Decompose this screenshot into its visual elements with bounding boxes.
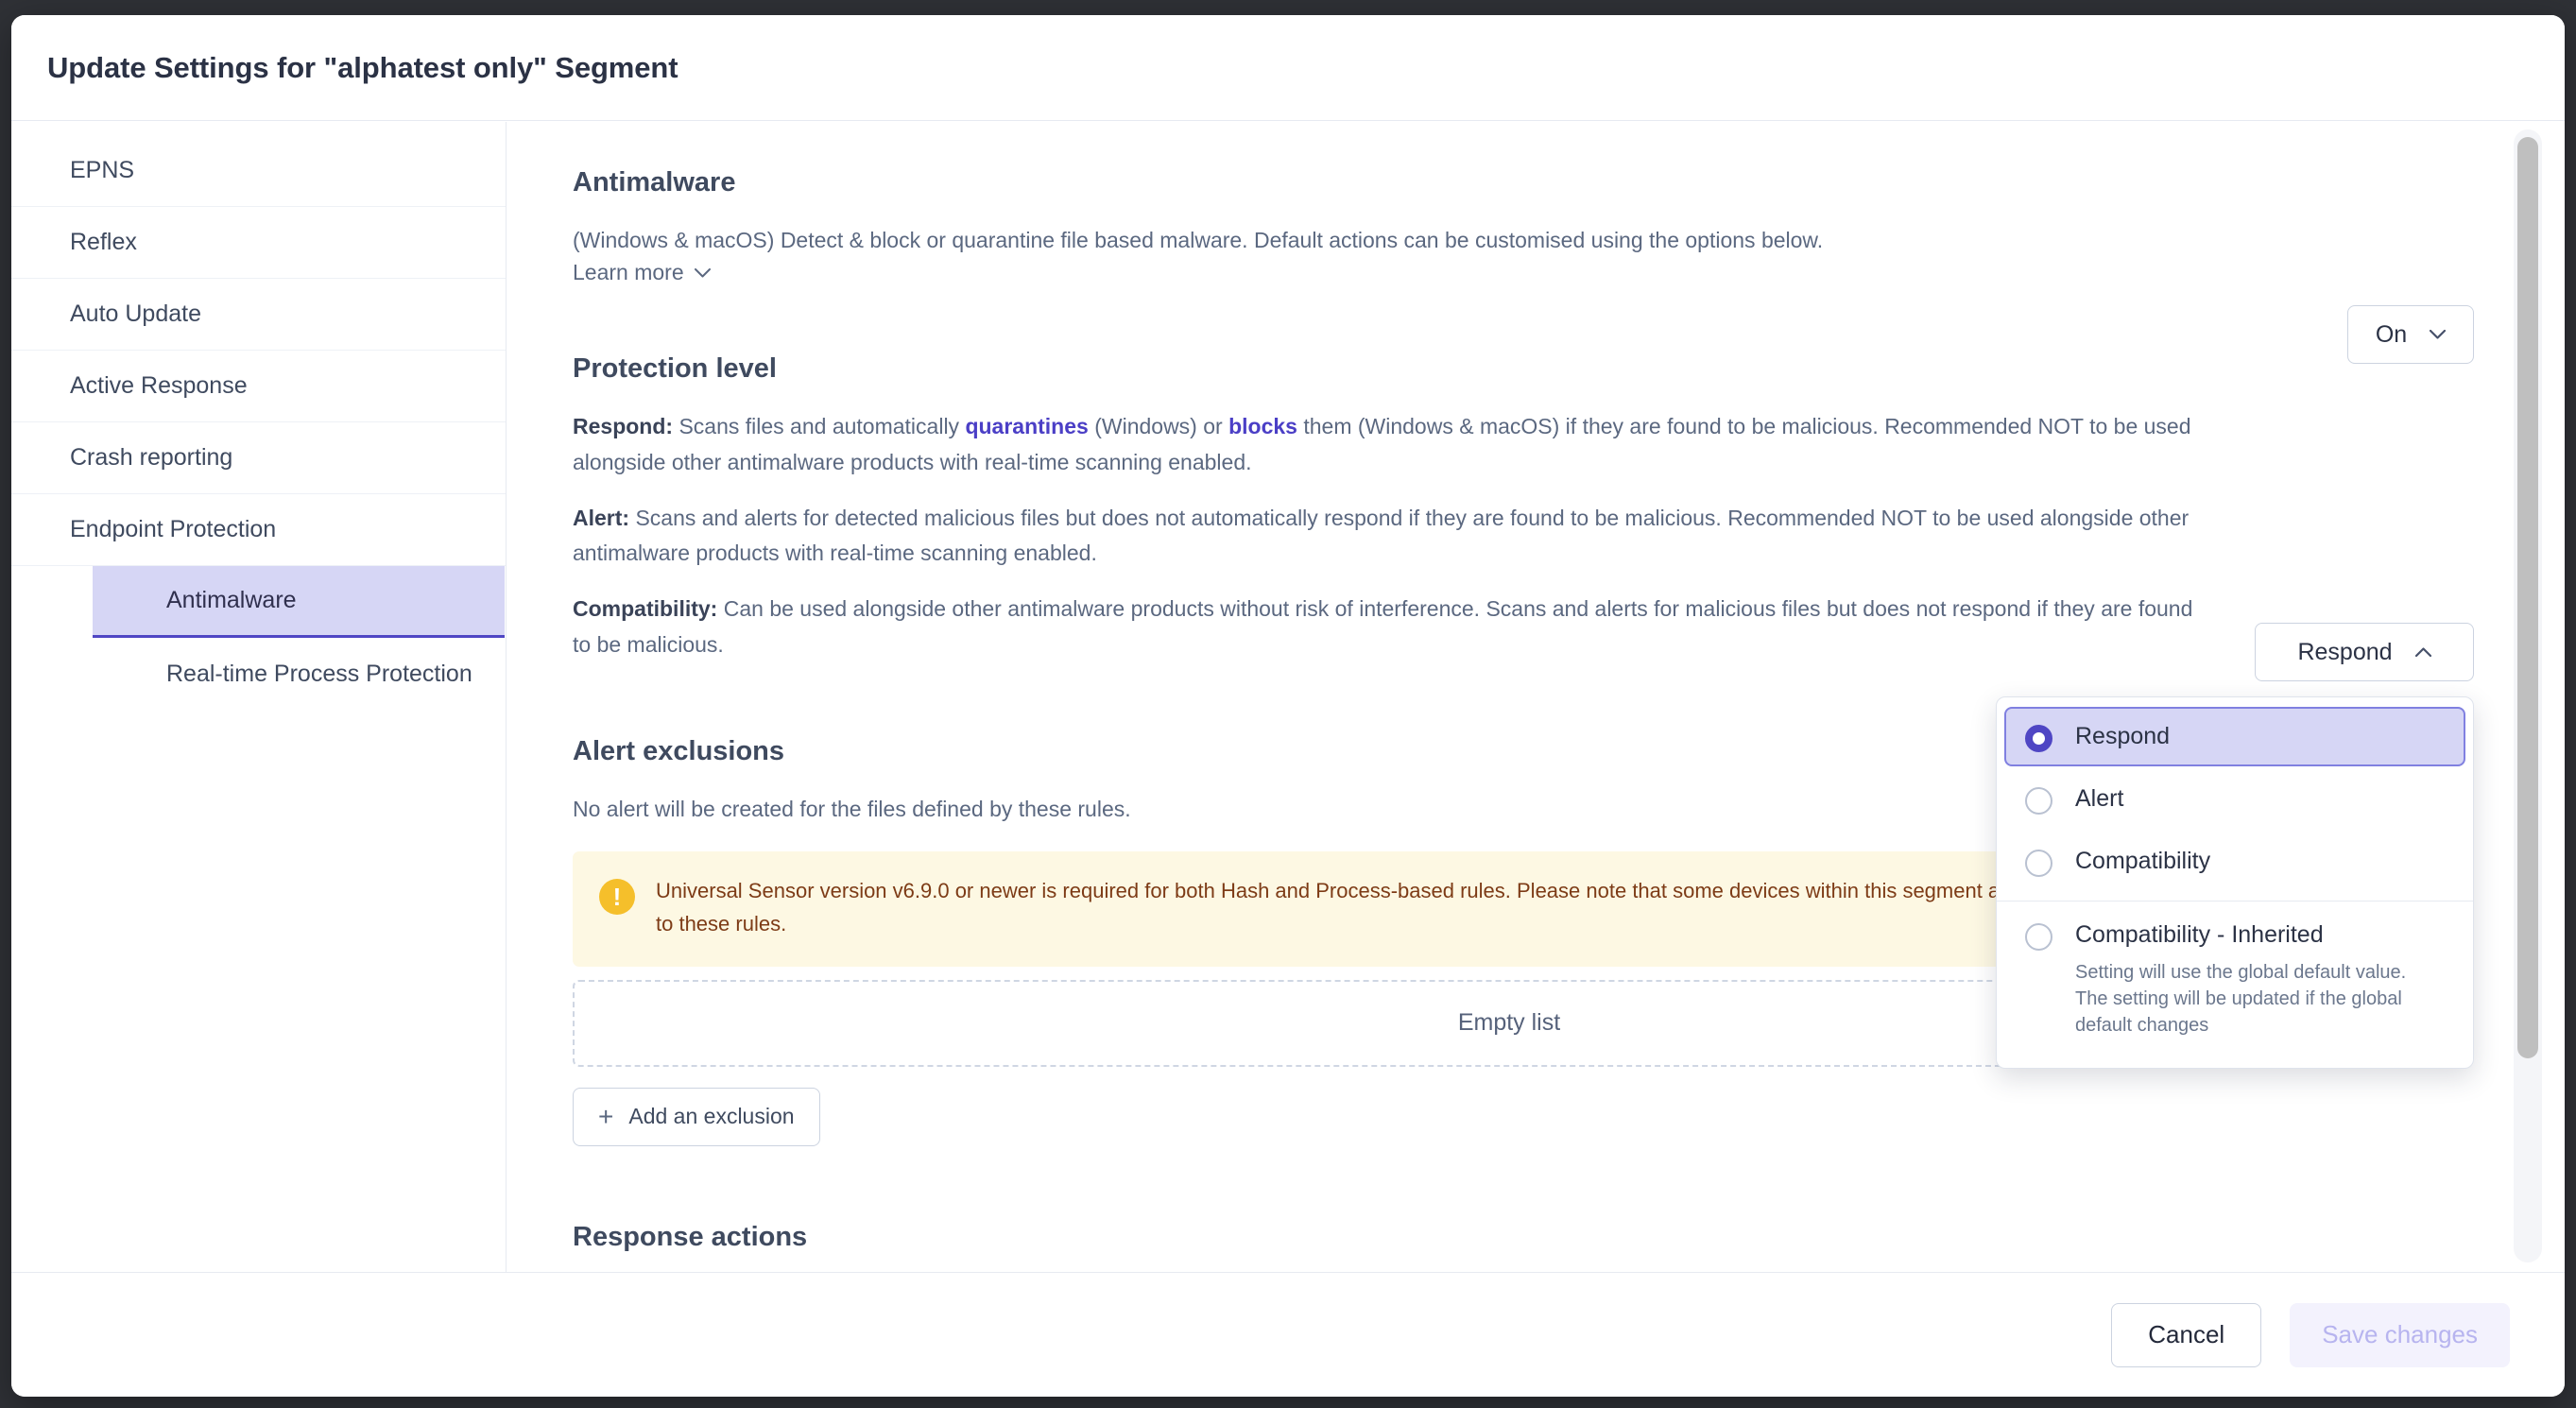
sidebar-item-auto-update[interactable]: Auto Update [11, 279, 506, 351]
plus-icon: + [598, 1101, 614, 1131]
response-actions-heading: Response actions [573, 1221, 808, 1252]
add-exclusion-button[interactable]: + Add an exclusion [573, 1087, 820, 1146]
sidebar-item-antimalware[interactable]: Antimalware [93, 566, 505, 638]
compatibility-term: Compatibility: [573, 596, 718, 622]
exclamation-icon: ! [599, 879, 635, 915]
antimalware-state-value: On [2375, 320, 2408, 348]
radio-icon [2025, 787, 2052, 815]
option-alert[interactable]: Alert [2004, 769, 2465, 829]
option-label: Respond [2075, 723, 2171, 749]
protection-compatibility-paragraph: Compatibility: Can be used alongside oth… [573, 592, 2198, 662]
option-compatibility-inherited[interactable]: Compatibility - Inherited Setting will u… [2004, 905, 2465, 1054]
protection-level-select[interactable]: Respond [2255, 623, 2474, 681]
sidebar-item-endpoint-protection[interactable]: Endpoint Protection [11, 494, 506, 566]
scrollbar-thumb[interactable] [2517, 137, 2538, 1058]
sidebar-item-label: Auto Update [70, 300, 201, 327]
quarantines-term: quarantines [965, 414, 1089, 439]
alert-text: Scans and alerts for detected malicious … [573, 505, 2190, 565]
blocks-term: blocks [1228, 414, 1297, 439]
antimalware-state-select[interactable]: On [2347, 305, 2474, 364]
radio-icon [2025, 850, 2052, 877]
learn-more-toggle[interactable]: Learn more [573, 260, 711, 285]
protection-level-value: Respond [2297, 638, 2393, 665]
option-description: Setting will use the global default valu… [2075, 961, 2407, 1037]
radio-icon [2025, 923, 2052, 951]
chevron-down-icon [694, 267, 711, 278]
settings-sidebar: EPNS Reflex Auto Update Active Response … [11, 122, 507, 1272]
content-scroll-area: Antimalware (Windows & macOS) Detect & b… [507, 122, 2519, 1253]
protection-respond-paragraph: Respond: Scans files and automatically q… [573, 409, 2198, 480]
protection-level-dropdown: Respond Alert Compatibility Compatibilit… [1996, 696, 2474, 1069]
sidebar-item-label: EPNS [70, 157, 135, 183]
dialog-body: EPNS Reflex Auto Update Active Response … [11, 122, 2565, 1272]
sidebar-subitem-label: Real-time Process Protection [166, 660, 472, 687]
respond-text-a: Scans files and automatically [673, 414, 966, 439]
sidebar-subitem-label: Antimalware [166, 587, 297, 613]
option-compatibility[interactable]: Compatibility [2004, 832, 2465, 891]
alert-exclusions-description: No alert will be created for the files d… [573, 796, 1131, 821]
sidebar-item-label: Crash reporting [70, 444, 233, 471]
antimalware-description: (Windows & macOS) Detect & block or quar… [573, 228, 1824, 252]
option-label: Alert [2075, 785, 2124, 812]
sidebar-item-label: Endpoint Protection [70, 516, 277, 542]
content-scrollbar[interactable] [2514, 129, 2542, 1262]
compatibility-text: Can be used alongside other antimalware … [573, 596, 2193, 657]
dialog-title: Update Settings for "alphatest only" Seg… [47, 50, 678, 84]
learn-more-label: Learn more [573, 260, 684, 285]
sidebar-item-reflex[interactable]: Reflex [11, 207, 506, 279]
sidebar-item-crash-reporting[interactable]: Crash reporting [11, 422, 506, 494]
empty-list-label: Empty list [1457, 1009, 1561, 1036]
add-exclusion-label: Add an exclusion [628, 1104, 795, 1128]
protection-alert-paragraph: Alert: Scans and alerts for detected mal… [573, 501, 2198, 572]
dialog-footer: Cancel Save changes [11, 1272, 2565, 1397]
protection-level-heading: Protection level [573, 353, 777, 385]
sidebar-item-epns[interactable]: EPNS [11, 135, 506, 207]
settings-content: Antimalware (Windows & macOS) Detect & b… [507, 122, 2565, 1272]
respond-text-b: (Windows) or [1088, 414, 1229, 439]
option-respond[interactable]: Respond [2004, 707, 2465, 766]
option-label: Compatibility [2075, 848, 2211, 874]
option-label: Compatibility - Inherited [2075, 921, 2324, 948]
respond-term: Respond: [573, 414, 674, 439]
cancel-button[interactable]: Cancel [2111, 1302, 2262, 1367]
antimalware-heading: Antimalware [573, 167, 736, 197]
sidebar-item-realtime-process-protection[interactable]: Real-time Process Protection [93, 638, 505, 710]
save-changes-button: Save changes [2290, 1302, 2510, 1367]
alert-term: Alert: [573, 505, 630, 530]
chevron-down-icon [2430, 330, 2447, 339]
sidebar-item-active-response[interactable]: Active Response [11, 351, 506, 422]
sidebar-item-label: Active Response [70, 372, 248, 399]
sidebar-item-label: Reflex [70, 229, 137, 255]
radio-icon [2025, 725, 2052, 752]
chevron-up-icon [2414, 647, 2431, 657]
settings-dialog: Update Settings for "alphatest only" Seg… [11, 15, 2565, 1397]
dialog-header: Update Settings for "alphatest only" Seg… [11, 15, 2565, 121]
